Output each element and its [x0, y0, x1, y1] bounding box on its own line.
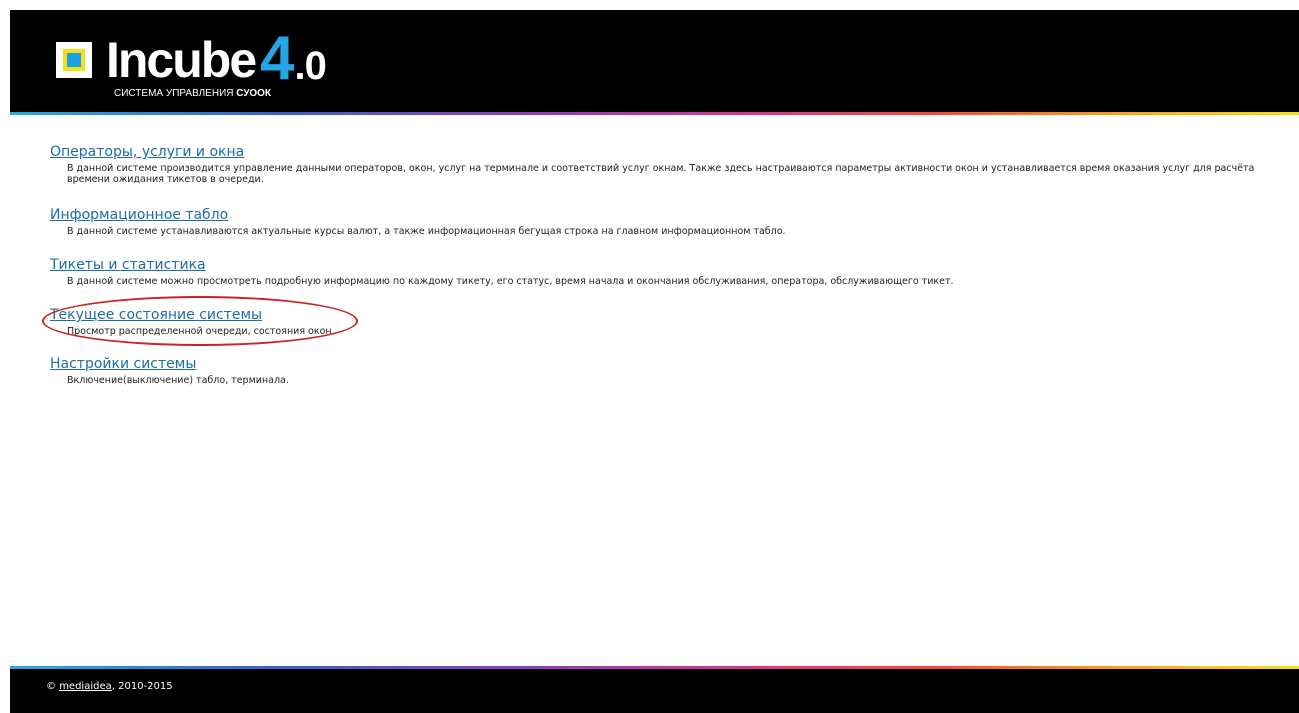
footer-copyright: © mediaidea, 2010-2015	[46, 681, 173, 692]
footer-bar: © mediaidea, 2010-2015	[10, 669, 1299, 713]
logo-caption: СИСТЕМА УПРАВЛЕНИЯ СУООК	[114, 88, 272, 99]
tickets-description: В данной системе можно просмотреть подро…	[67, 276, 954, 287]
system-settings-link[interactable]: Настройки системы	[50, 355, 196, 373]
header-bar: Incube 4.0 СИСТЕМА УПРАВЛЕНИЯ СУООК	[10, 10, 1299, 112]
header-divider	[10, 112, 1299, 115]
menu-item-operators: Операторы, услуги и окна В данной систем…	[50, 141, 1282, 185]
logo-wordmark: Incube	[106, 32, 257, 88]
incube-logo[interactable]: Incube 4.0 СИСТЕМА УПРАВЛЕНИЯ СУООК	[56, 24, 356, 106]
menu-item-tickets: Тикеты и статистика В данной системе мож…	[50, 254, 1282, 287]
current-state-description: Просмотр распределенной очереди, состоян…	[67, 326, 335, 337]
page: Incube 4.0 СИСТЕМА УПРАВЛЕНИЯ СУООК Опер…	[0, 0, 1299, 713]
operators-description: В данной системе производится управление…	[67, 163, 1255, 185]
current-system-state-link[interactable]: Текущее состояние системы	[50, 306, 262, 324]
mediaidea-link[interactable]: mediaidea	[59, 681, 112, 692]
logo-square-icon	[56, 42, 92, 78]
info-board-link[interactable]: Информационное табло	[50, 206, 228, 224]
tickets-statistics-link[interactable]: Тикеты и статистика	[50, 256, 206, 274]
settings-description: Включение(выключение) табло, терминала.	[67, 375, 289, 386]
menu-item-info-board: Информационное табло В данной системе ус…	[50, 204, 1282, 237]
info-board-description: В данной системе устанавливаются актуаль…	[67, 226, 786, 237]
operators-services-windows-link[interactable]: Операторы, услуги и окна	[50, 143, 244, 161]
menu-item-settings: Настройки системы Включение(выключение) …	[50, 353, 1282, 386]
menu-item-current-state: Текущее состояние системы Просмотр распр…	[50, 304, 1282, 337]
